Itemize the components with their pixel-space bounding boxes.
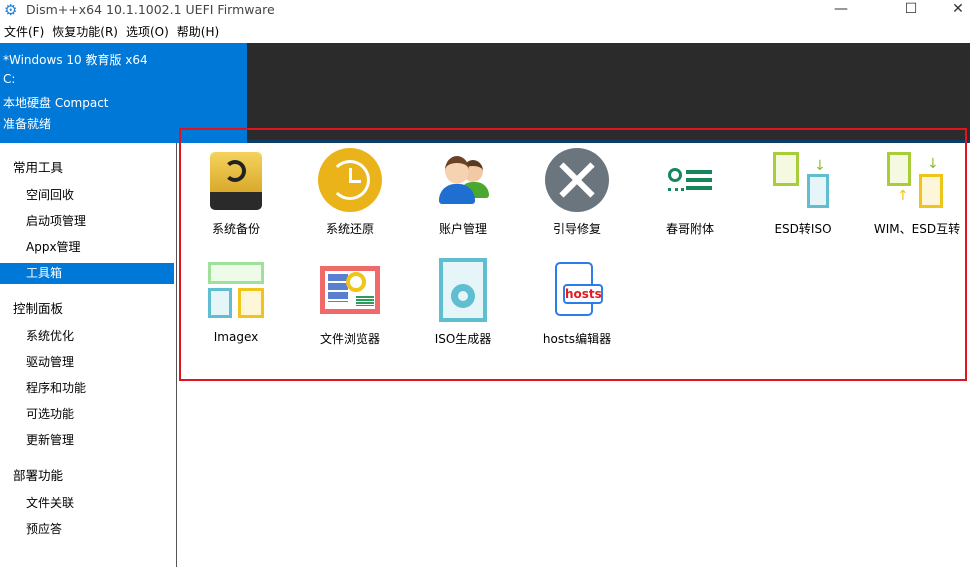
sidebar-item-programs[interactable]: 程序和功能	[0, 378, 174, 399]
sidebar-item-updates[interactable]: 更新管理	[0, 430, 174, 451]
tool-label: 系统还原	[325, 222, 374, 236]
sidebar-item-toolbox[interactable]: 工具箱	[0, 263, 174, 284]
tool-label: ESD转ISO	[774, 222, 832, 236]
list-icon	[658, 148, 722, 212]
sidebar-item-space-cleanup[interactable]: 空间回收	[0, 185, 174, 206]
group-deploy[interactable]: 部署功能	[13, 465, 63, 484]
gear-icon: ⚙	[4, 1, 18, 19]
clock-restore-icon	[318, 148, 382, 212]
tool-label: 引导修复	[552, 222, 601, 236]
tool-label: hosts编辑器	[542, 332, 612, 346]
tool-label: 文件浏览器	[319, 332, 380, 346]
tool-wim-esd-convert[interactable]: ↓ ↑ WIM、ESD互转	[862, 148, 970, 237]
tool-account-management[interactable]: 账户管理	[408, 148, 518, 237]
sidebar-item-features[interactable]: 可选功能	[0, 404, 174, 425]
maximize-button[interactable]: ☐	[888, 0, 934, 20]
window-title: Dism++x64 10.1.1002.1 UEFI Firmware	[26, 2, 275, 17]
tool-label: Imagex	[213, 330, 259, 344]
menu-restore[interactable]: 恢复功能(R)	[48, 22, 122, 42]
title-bar: ⚙ Dism++x64 10.1.1002.1 UEFI Firmware — …	[0, 0, 970, 20]
menu-file[interactable]: 文件(F)	[0, 22, 48, 42]
group-common-tools[interactable]: 常用工具	[13, 157, 63, 176]
drive-type: 本地硬盘 Compact	[3, 95, 109, 110]
drive-letter: C:	[3, 72, 16, 87]
os-name: *Windows 10 教育版 x64	[3, 53, 148, 67]
tool-boot-repair[interactable]: 引导修复	[522, 148, 632, 237]
tool-iso-generator[interactable]: ISO生成器	[408, 258, 518, 347]
tool-label: ISO生成器	[434, 332, 492, 346]
tool-chunge[interactable]: 春哥附体	[635, 148, 745, 237]
sidebar-item-unattend[interactable]: 预应答	[0, 519, 174, 540]
session-area	[247, 43, 970, 140]
tool-system-backup[interactable]: 系统备份	[181, 148, 291, 237]
users-icon	[431, 148, 495, 212]
tool-label: WIM、ESD互转	[873, 222, 961, 236]
file-browser-icon	[318, 258, 382, 322]
tool-label: 春哥附体	[665, 222, 714, 236]
imagex-icon	[204, 258, 268, 322]
menu-help[interactable]: 帮助(H)	[173, 22, 223, 42]
tool-imagex[interactable]: Imagex	[181, 258, 291, 344]
tool-file-browser[interactable]: 文件浏览器	[295, 258, 405, 347]
close-button[interactable]: ✕	[935, 0, 970, 20]
tool-system-restore[interactable]: 系统还原	[295, 148, 405, 237]
sidebar-item-startup[interactable]: 启动项管理	[0, 211, 174, 232]
hosts-file-icon: hosts	[545, 258, 609, 322]
tool-esd-to-iso[interactable]: ↓ ESD转ISO	[748, 148, 858, 237]
tool-label: 账户管理	[438, 222, 487, 236]
minimize-button[interactable]: —	[818, 0, 864, 20]
wim-esd-icon: ↓ ↑	[885, 148, 949, 212]
tool-hosts-editor[interactable]: hosts hosts编辑器	[522, 258, 632, 347]
sidebar-item-optimize[interactable]: 系统优化	[0, 326, 174, 347]
sidebar-item-appx[interactable]: Appx管理	[0, 237, 174, 258]
iso-disc-icon	[431, 258, 495, 322]
sidebar-item-file-assoc[interactable]: 文件关联	[0, 493, 174, 514]
menu-bar: 文件(F) 恢复功能(R) 选项(O) 帮助(H)	[0, 22, 223, 42]
esd-iso-icon: ↓	[771, 148, 835, 212]
menu-options[interactable]: 选项(O)	[122, 22, 173, 42]
wrench-screwdriver-icon	[545, 148, 609, 212]
sidebar: 常用工具 空间回收 启动项管理 Appx管理 工具箱 控制面板 系统优化 驱动管…	[0, 143, 177, 567]
sidebar-item-drivers[interactable]: 驱动管理	[0, 352, 174, 373]
group-control-panel[interactable]: 控制面板	[13, 298, 63, 317]
tool-label: 系统备份	[211, 222, 260, 236]
drive-backup-icon	[204, 148, 268, 212]
